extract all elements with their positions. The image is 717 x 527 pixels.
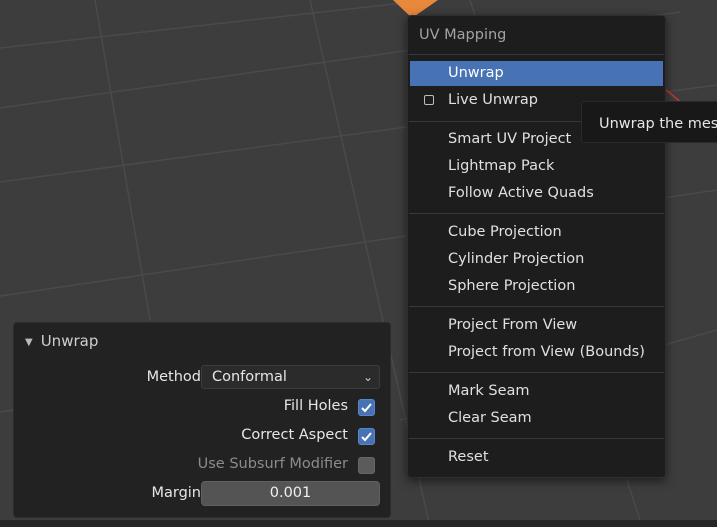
margin-label: Margin: [151, 485, 201, 501]
menu-item-unwrap[interactable]: Unwrap: [410, 61, 663, 86]
tooltip: Unwrap the mesh: [581, 101, 717, 143]
uv-mapping-menu: UV Mapping Unwrap Live Unwrap Smart UV P…: [407, 15, 666, 478]
menu-item-project-from-view[interactable]: Project From View: [410, 313, 663, 338]
collapse-triangle-icon[interactable]: ▼: [25, 333, 33, 353]
use-subsurf-modifier-label: Use Subsurf Modifier: [197, 456, 348, 472]
fill-holes-label: Fill Holes: [283, 398, 348, 414]
chevron-down-icon: ⌄: [362, 370, 373, 384]
menu-item-project-from-view-bounds[interactable]: Project from View (Bounds): [410, 340, 663, 365]
menu-item-lightmap-pack[interactable]: Lightmap Pack: [410, 154, 663, 179]
panel-header[interactable]: ▼ Unwrap: [25, 331, 98, 351]
checkbox-icon[interactable]: [424, 95, 434, 105]
panel-title: Unwrap: [40, 332, 99, 350]
margin-field[interactable]: 0.001: [201, 481, 380, 506]
menu-item-follow-active-quads[interactable]: Follow Active Quads: [410, 181, 663, 206]
method-label: Method: [146, 369, 201, 385]
menu-item-sphere-projection[interactable]: Sphere Projection: [410, 274, 663, 299]
status-bar-edge: [0, 520, 717, 527]
menu-item-clear-seam[interactable]: Clear Seam: [410, 406, 663, 431]
method-value: Conformal: [212, 369, 287, 385]
tooltip-text: Unwrap the mesh: [599, 116, 717, 132]
correct-aspect-label: Correct Aspect: [241, 427, 348, 443]
menu-title: UV Mapping: [419, 27, 507, 43]
menu-item-mark-seam[interactable]: Mark Seam: [410, 379, 663, 404]
method-select[interactable]: Conformal ⌄: [201, 365, 380, 389]
checkmark-icon: [361, 403, 372, 413]
fill-holes-checkbox[interactable]: [358, 399, 375, 416]
correct-aspect-checkbox[interactable]: [358, 428, 375, 445]
use-subsurf-modifier-checkbox[interactable]: [358, 457, 375, 474]
menu-item-cube-projection[interactable]: Cube Projection: [410, 220, 663, 245]
menu-item-reset[interactable]: Reset: [410, 445, 663, 470]
menu-item-cylinder-projection[interactable]: Cylinder Projection: [410, 247, 663, 272]
menu-item-label: Live Unwrap: [448, 92, 538, 108]
checkmark-icon: [361, 432, 372, 442]
unwrap-operator-panel: ▼ Unwrap Method Conformal ⌄ Fill Holes Co…: [13, 322, 391, 518]
